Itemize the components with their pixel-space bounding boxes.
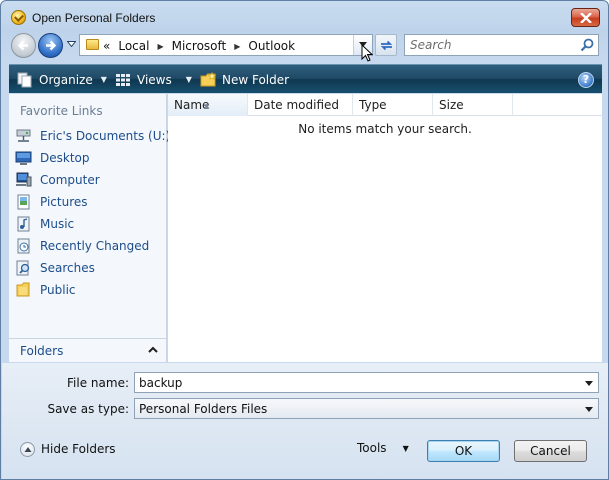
searches-icon <box>15 260 32 276</box>
views-caret-icon: ▼ <box>185 75 192 84</box>
desktop-icon <box>15 150 32 166</box>
breadcrumb-overflow[interactable]: « <box>103 39 110 53</box>
column-headers: ▲ Name Date modified Type Size <box>168 94 602 116</box>
hide-folders-button[interactable]: Hide Folders <box>20 440 116 458</box>
breadcrumb: « Local ▶ Microsoft ▶ Outlook <box>103 38 295 54</box>
collapse-up-icon <box>20 441 35 457</box>
public-folder-icon <box>15 282 32 298</box>
favorite-link-public[interactable]: Public <box>13 280 163 300</box>
favorite-link-label: Eric's Documents (U:) <box>40 129 171 143</box>
save-as-type-label: Save as type: <box>47 402 129 416</box>
favorite-link-searches[interactable]: Searches <box>13 258 163 278</box>
title-bar[interactable]: Open Personal Folders <box>1 1 608 33</box>
new-folder-icon <box>200 71 217 86</box>
favorite-link-label: Recently Changed <box>40 239 150 253</box>
save-as-type-value: Personal Folders Files <box>139 402 268 416</box>
ok-button[interactable]: OK <box>427 440 500 462</box>
file-name-input[interactable]: backup <box>139 376 182 390</box>
favorite-link-label: Desktop <box>40 151 90 165</box>
column-header-label: Date modified <box>254 98 340 112</box>
search-icon[interactable] <box>580 38 594 52</box>
views-icon <box>116 73 130 86</box>
favorite-link-recently-changed[interactable]: Recently Changed <box>13 236 163 256</box>
navigation-pane: Favorite Links Eric's Documents (U:) Des… <box>9 94 170 362</box>
recently-changed-icon <box>15 238 32 254</box>
refresh-button[interactable] <box>375 34 397 56</box>
organize-icon <box>17 72 32 87</box>
file-list[interactable]: ▲ Name Date modified Type Size No items … <box>168 94 602 362</box>
folders-toggle[interactable]: Folders <box>9 338 166 362</box>
mouse-cursor-icon <box>361 44 373 62</box>
close-button[interactable] <box>571 8 600 27</box>
outlook-app-icon <box>11 10 26 25</box>
organize-menu-button[interactable]: Organize ▼ <box>17 65 107 94</box>
chevron-down-icon[interactable] <box>585 407 593 412</box>
favorite-link-label: Computer <box>40 173 100 187</box>
open-personal-folders-dialog: Open Personal Folders « Local ▶ Microsof… <box>0 0 609 480</box>
favorite-links-header: Favorite Links <box>20 104 103 118</box>
column-header-date-modified[interactable]: Date modified <box>248 94 353 116</box>
favorite-link-label: Music <box>40 217 75 231</box>
favorite-link-label: Pictures <box>40 195 88 209</box>
help-icon[interactable]: ? <box>578 72 594 88</box>
favorite-link-computer[interactable]: Computer <box>13 170 163 190</box>
favorite-link-pictures[interactable]: Pictures <box>13 192 163 212</box>
new-folder-button[interactable]: New Folder <box>200 65 289 94</box>
back-arrow-icon <box>17 40 28 51</box>
folders-label: Folders <box>20 344 64 358</box>
sort-ascending-icon: ▲ <box>204 102 210 110</box>
favorite-link-music[interactable]: Music <box>13 214 163 234</box>
cancel-button[interactable]: Cancel <box>514 440 587 462</box>
hide-folders-label: Hide Folders <box>41 442 116 456</box>
favorite-link-label: Public <box>40 283 76 297</box>
recent-pages-dropdown-icon[interactable] <box>67 41 76 47</box>
command-toolbar: Organize ▼ Views ▼ New Folder ? <box>9 64 602 93</box>
music-icon <box>15 216 32 232</box>
computer-icon <box>15 172 32 188</box>
column-header-label: Type <box>359 98 387 112</box>
views-label: Views <box>137 72 172 87</box>
back-button[interactable] <box>11 33 36 58</box>
tools-caret-icon: ▼ <box>402 443 409 453</box>
tools-label: Tools <box>357 441 387 455</box>
network-drive-icon <box>15 128 32 144</box>
column-header-name[interactable]: ▲ Name <box>168 94 248 116</box>
forward-arrow-icon <box>46 40 57 51</box>
breadcrumb-item-microsoft[interactable]: Microsoft <box>172 39 227 53</box>
new-folder-label: New Folder <box>222 72 290 87</box>
favorite-link-label: Searches <box>40 261 95 275</box>
organize-caret-icon: ▼ <box>100 75 107 84</box>
search-field[interactable] <box>404 34 599 56</box>
search-input[interactable] <box>408 37 578 53</box>
tools-menu-button[interactable]: Tools ▼ <box>357 441 409 455</box>
folder-icon <box>86 39 99 50</box>
file-name-combobox[interactable]: backup <box>134 372 599 393</box>
save-as-type-select[interactable]: Personal Folders Files <box>134 398 599 419</box>
column-header-size[interactable]: Size <box>433 94 513 116</box>
favorite-link-desktop[interactable]: Desktop <box>13 148 163 168</box>
breadcrumb-separator-icon[interactable]: ▶ <box>157 42 163 51</box>
chevron-up-icon[interactable] <box>148 346 158 353</box>
refresh-icon <box>380 40 393 51</box>
breadcrumb-separator-icon[interactable]: ▶ <box>234 42 240 51</box>
organize-label: Organize <box>39 72 93 87</box>
close-icon <box>580 13 592 23</box>
forward-button[interactable] <box>38 33 63 58</box>
address-bar[interactable]: « Local ▶ Microsoft ▶ Outlook <box>79 34 373 56</box>
column-header-type[interactable]: Type <box>353 94 433 116</box>
views-menu-button[interactable]: Views ▼ <box>115 65 192 94</box>
empty-list-message: No items match your search. <box>298 122 472 136</box>
pictures-icon <box>15 194 32 210</box>
column-header-label: Size <box>439 98 464 112</box>
file-name-label: File name: <box>67 376 129 390</box>
breadcrumb-item-local[interactable]: Local <box>118 39 149 53</box>
window-title: Open Personal Folders <box>32 11 156 25</box>
breadcrumb-item-outlook[interactable]: Outlook <box>248 39 295 53</box>
favorite-link-erics-documents[interactable]: Eric's Documents (U:) <box>13 126 170 146</box>
chevron-down-icon[interactable] <box>585 381 593 386</box>
